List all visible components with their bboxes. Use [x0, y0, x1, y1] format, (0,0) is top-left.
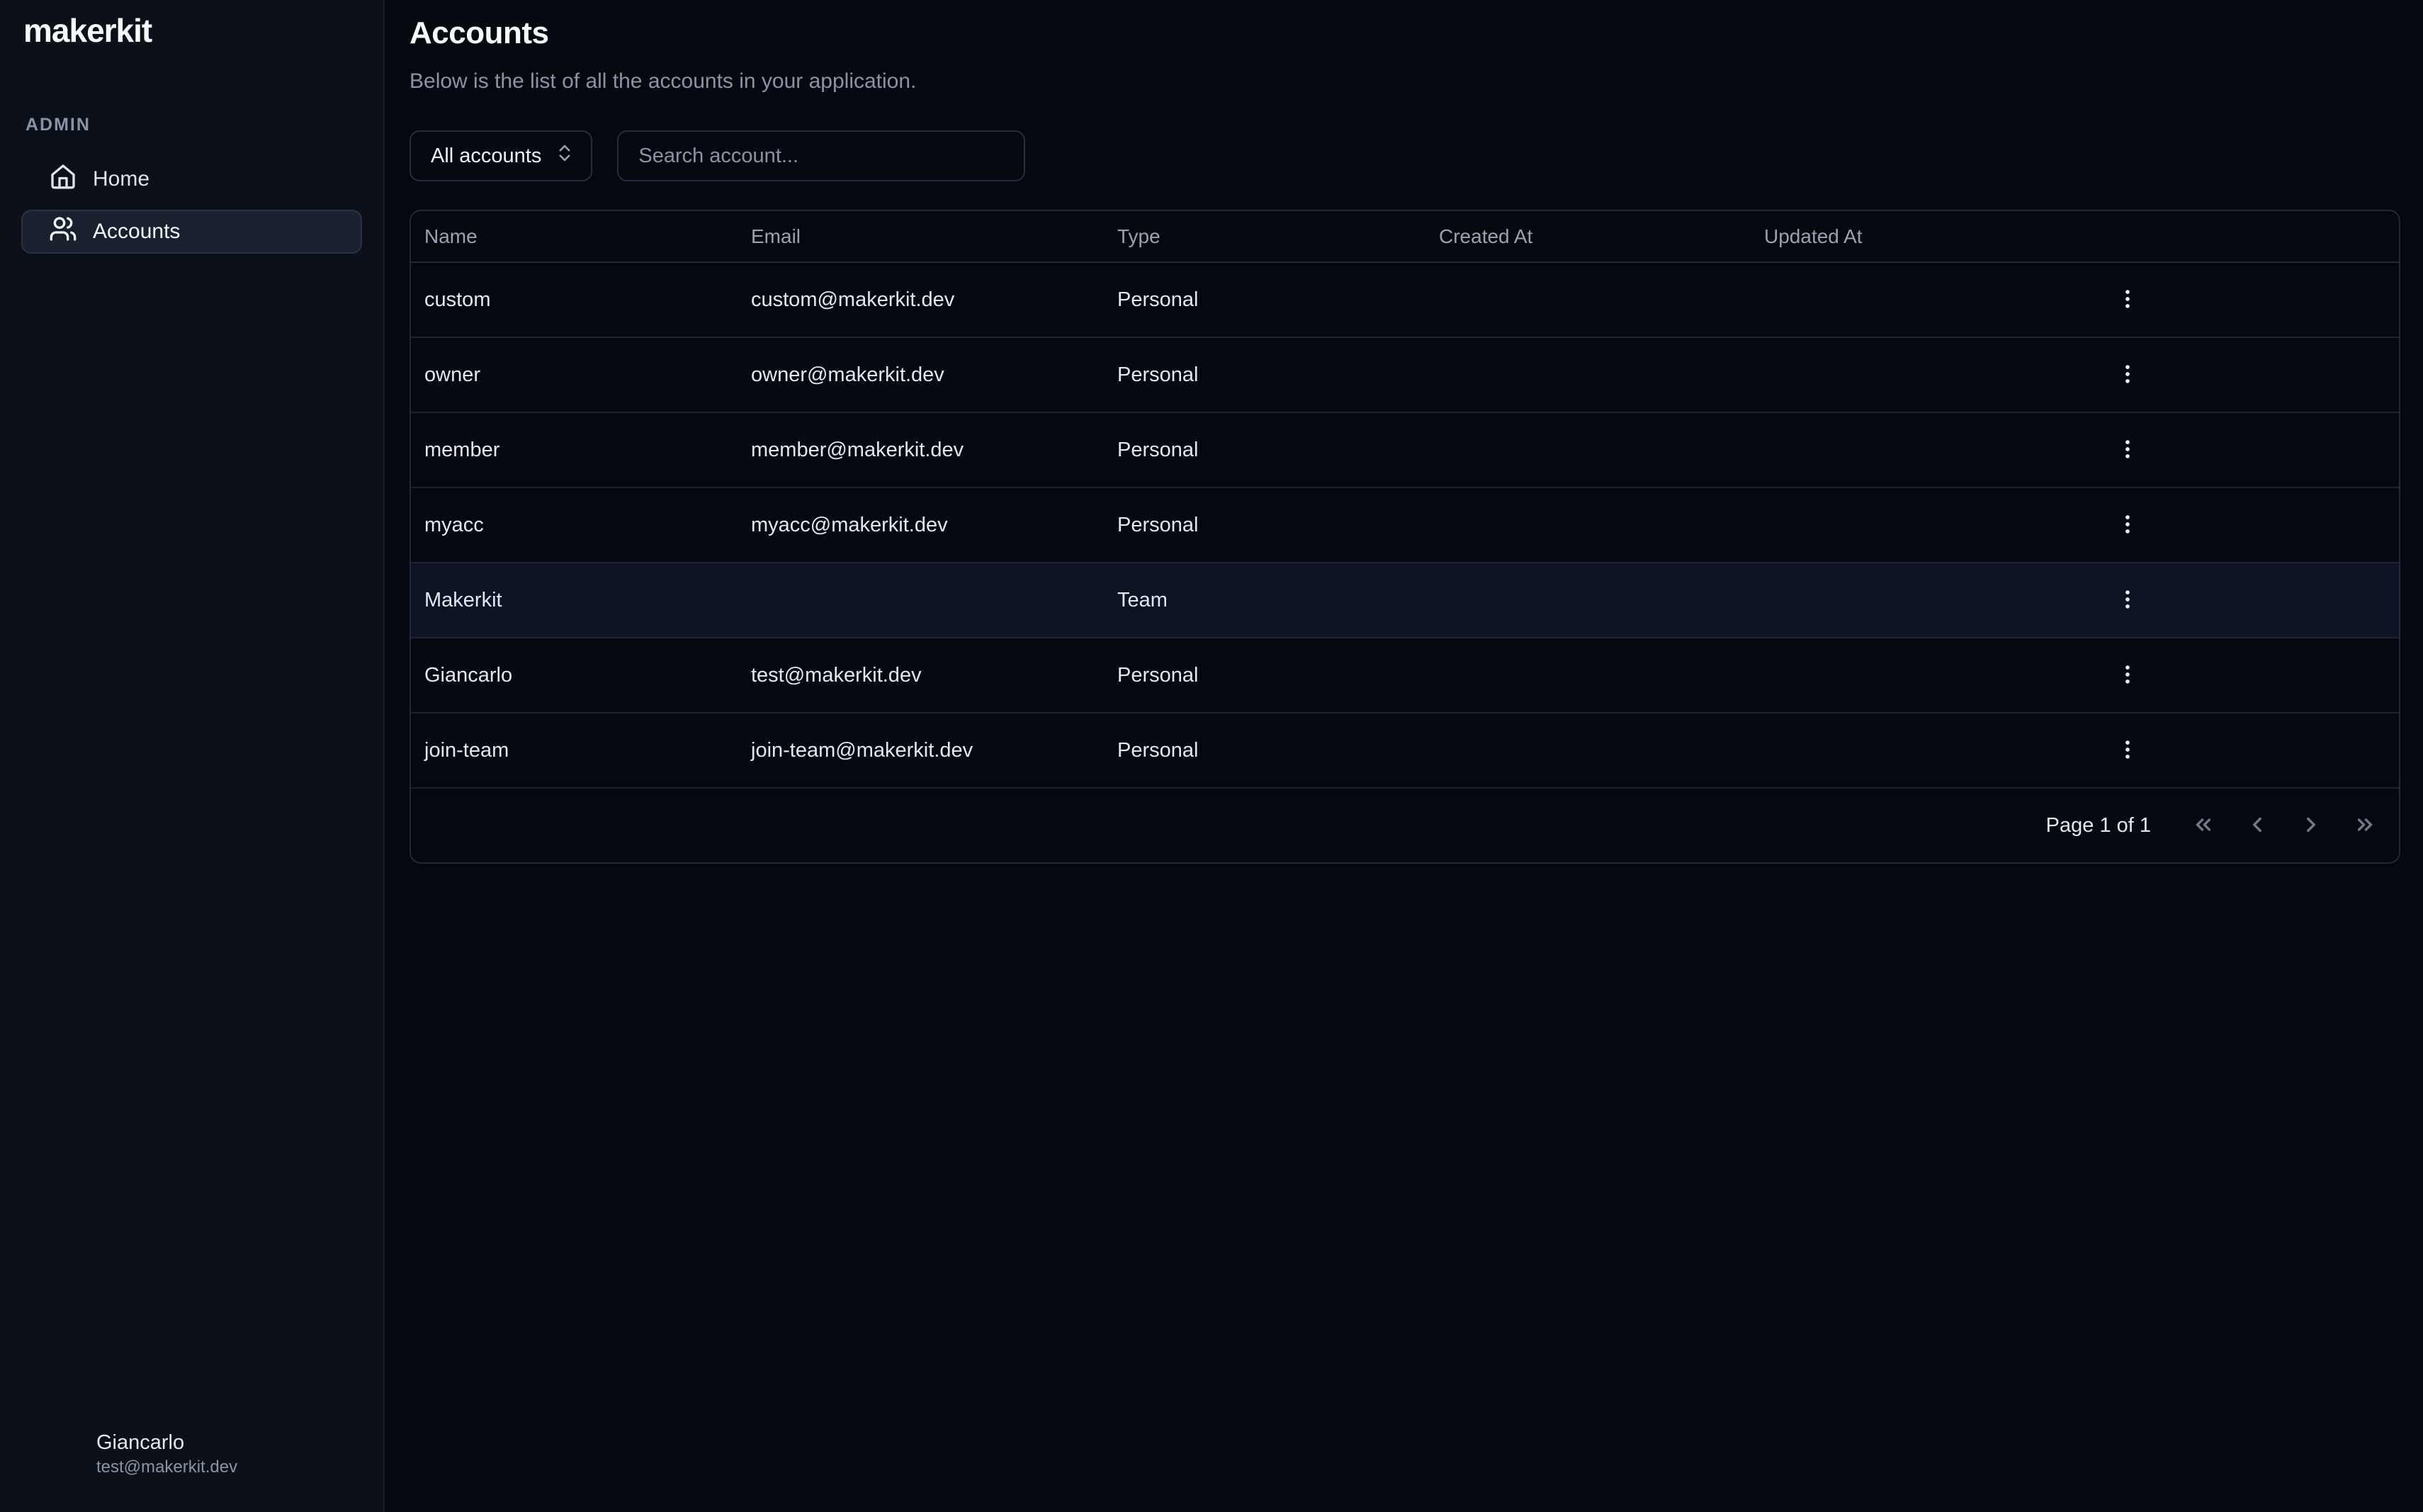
table-row[interactable]: member member@makerkit.dev Personal	[411, 413, 2399, 488]
pagination-controls	[2184, 806, 2385, 845]
last-page-button[interactable]	[2345, 806, 2385, 845]
table-row[interactable]: myacc myacc@makerkit.dev Personal	[411, 488, 2399, 563]
chevrons-up-down-icon	[554, 142, 575, 169]
row-actions-button[interactable]	[2111, 283, 2145, 317]
row-actions-button[interactable]	[2111, 733, 2145, 767]
cell-actions	[2077, 358, 2399, 392]
cell-email: member@makerkit.dev	[738, 439, 1104, 462]
home-icon	[49, 162, 77, 196]
ellipsis-vertical-icon	[2116, 362, 2140, 388]
cell-email: test@makerkit.dev	[738, 664, 1104, 687]
sidebar-item-label: Accounts	[93, 220, 180, 244]
user-profile[interactable]: Giancarlo test@makerkit.dev	[28, 1430, 237, 1478]
column-header-email[interactable]: Email	[738, 225, 1104, 248]
profile-name: Giancarlo	[96, 1430, 237, 1455]
column-header-created-at[interactable]: Created At	[1425, 225, 1751, 248]
cell-type: Personal	[1104, 739, 1425, 762]
previous-page-button[interactable]	[2237, 806, 2277, 845]
sidebar-item-label: Home	[93, 167, 149, 191]
table-row[interactable]: Giancarlo test@makerkit.dev Personal	[411, 638, 2399, 713]
page-title: Accounts	[410, 16, 2400, 51]
sidebar-nav: Home Accounts	[21, 157, 362, 254]
cell-type: Personal	[1104, 664, 1425, 687]
search-input[interactable]	[617, 130, 1025, 181]
account-type-filter[interactable]: All accounts	[410, 130, 592, 181]
table-row[interactable]: join-team join-team@makerkit.dev Persona…	[411, 713, 2399, 789]
row-actions-button[interactable]	[2111, 433, 2145, 467]
cell-type: Personal	[1104, 363, 1425, 387]
first-page-button[interactable]	[2184, 806, 2223, 845]
table-row[interactable]: custom custom@makerkit.dev Personal	[411, 263, 2399, 338]
cell-name: member	[411, 439, 738, 462]
cell-email: owner@makerkit.dev	[738, 363, 1104, 387]
page-indicator: Page 1 of 1	[2046, 814, 2151, 837]
sidebar-item-home[interactable]: Home	[21, 157, 362, 201]
ellipsis-vertical-icon	[2116, 662, 2140, 689]
cell-type: Team	[1104, 589, 1425, 612]
chevrons-left-icon	[2191, 813, 2215, 839]
cell-actions	[2077, 658, 2399, 692]
cell-name: join-team	[411, 739, 738, 762]
cell-type: Personal	[1104, 439, 1425, 462]
cell-actions	[2077, 733, 2399, 767]
table-header-row: Name Email Type Created At Updated At	[411, 211, 2399, 263]
cell-actions	[2077, 583, 2399, 617]
table-footer: Page 1 of 1	[411, 789, 2399, 862]
profile-text: Giancarlo test@makerkit.dev	[96, 1430, 237, 1477]
sidebar-item-accounts[interactable]: Accounts	[21, 210, 362, 254]
chevron-left-icon	[2245, 813, 2269, 839]
profile-email: test@makerkit.dev	[96, 1456, 237, 1478]
cell-actions	[2077, 433, 2399, 467]
table-body: custom custom@makerkit.dev Personal owne…	[411, 263, 2399, 789]
cell-name: Makerkit	[411, 589, 738, 612]
cell-email: custom@makerkit.dev	[738, 288, 1104, 312]
avatar	[28, 1430, 77, 1478]
cell-email: join-team@makerkit.dev	[738, 739, 1104, 762]
ellipsis-vertical-icon	[2116, 738, 2140, 764]
cell-type: Personal	[1104, 514, 1425, 537]
table-row[interactable]: owner owner@makerkit.dev Personal	[411, 338, 2399, 413]
cell-email: myacc@makerkit.dev	[738, 514, 1104, 537]
account-type-filter-value: All accounts	[431, 145, 541, 168]
ellipsis-vertical-icon	[2116, 287, 2140, 313]
row-actions-button[interactable]	[2111, 658, 2145, 692]
accounts-table: Name Email Type Created At Updated At cu…	[410, 210, 2400, 864]
cell-actions	[2077, 283, 2399, 317]
page-subtitle: Below is the list of all the accounts in…	[410, 69, 2400, 94]
chevrons-right-icon	[2353, 813, 2377, 839]
sidebar-section-label: ADMIN	[26, 115, 91, 135]
users-icon	[49, 215, 77, 249]
table-row[interactable]: Makerkit Team	[411, 563, 2399, 638]
main-content: Accounts Below is the list of all the ac…	[386, 0, 2423, 1512]
chevron-right-icon	[2299, 813, 2323, 839]
cell-type: Personal	[1104, 288, 1425, 312]
sidebar: makerkit ADMIN Home Accounts Giancarlo t…	[0, 0, 385, 1512]
cell-name: owner	[411, 363, 738, 387]
brand-logo[interactable]: makerkit	[23, 11, 152, 50]
column-header-type[interactable]: Type	[1104, 225, 1425, 248]
cell-name: custom	[411, 288, 738, 312]
cell-actions	[2077, 508, 2399, 542]
ellipsis-vertical-icon	[2116, 437, 2140, 463]
row-actions-button[interactable]	[2111, 358, 2145, 392]
row-actions-button[interactable]	[2111, 583, 2145, 617]
next-page-button[interactable]	[2291, 806, 2331, 845]
ellipsis-vertical-icon	[2116, 587, 2140, 614]
column-header-name[interactable]: Name	[411, 225, 738, 248]
cell-name: myacc	[411, 514, 738, 537]
row-actions-button[interactable]	[2111, 508, 2145, 542]
column-header-updated-at[interactable]: Updated At	[1751, 225, 2077, 248]
table-controls: All accounts	[410, 130, 2400, 181]
cell-name: Giancarlo	[411, 664, 738, 687]
ellipsis-vertical-icon	[2116, 512, 2140, 538]
